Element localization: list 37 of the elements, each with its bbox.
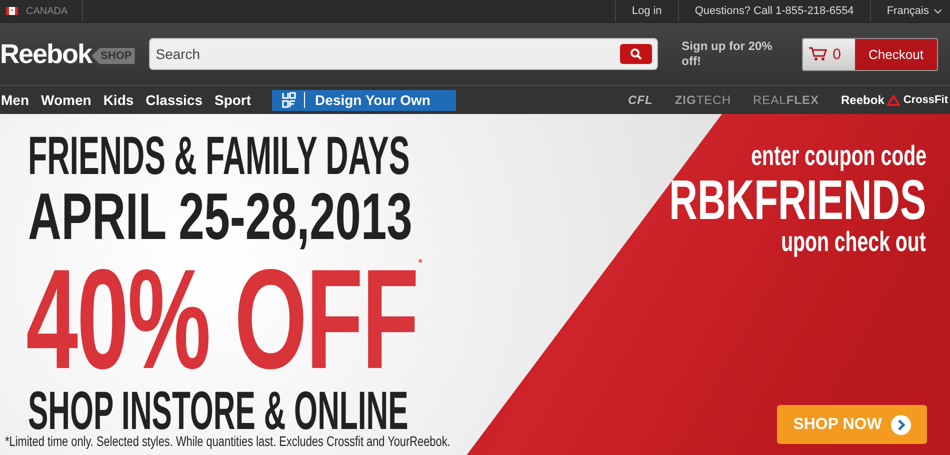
flag-icon: [6, 7, 18, 15]
nav-link[interactable]: Men: [0, 92, 37, 108]
footnote: *Limited time only. Selected styles. While quantities last. Excludes Crossfit and YourReebok.: [5, 433, 450, 449]
nav-link[interactable]: Women: [40, 92, 100, 108]
nav-link[interactable]: Kids: [102, 92, 142, 108]
logo-tag: SHOP: [92, 48, 135, 64]
signup-offer[interactable]: Sign up for 20% off!: [682, 39, 792, 69]
nav-link[interactable]: Sport: [213, 92, 260, 108]
search-button[interactable]: [620, 44, 652, 64]
top-link[interactable]: Questions? Call 1-855-218-6554: [678, 0, 870, 22]
coupon-code: RBKFRIENDS: [669, 172, 926, 228]
search-field[interactable]: Search: [148, 38, 658, 70]
brand-logo[interactable]: Reebok: [0, 38, 92, 70]
brand-link[interactable]: ZIGTECH: [674, 93, 731, 107]
subline: SHOP INSTORE & ONLINE: [28, 386, 408, 436]
cart-icon: [808, 47, 827, 61]
chevron-icon: [934, 8, 942, 14]
search-icon: [630, 48, 642, 60]
brand-link[interactable]: Reebok: [841, 93, 884, 107]
offer-text: 40% OFF: [26, 260, 418, 381]
language-selector[interactable]: Français: [886, 5, 929, 17]
coupon-outro: upon check out: [781, 228, 926, 256]
triangle-icon: [887, 94, 900, 106]
brand-link[interactable]: CrossFit: [903, 94, 948, 106]
design-your-own-link[interactable]: Design Your Own: [272, 90, 456, 110]
country-label[interactable]: CANADA: [26, 6, 68, 16]
cart-button[interactable]: 0: [802, 38, 855, 70]
coupon-intro: enter coupon code: [750, 142, 926, 170]
headline: FRIENDS & FAMILY DAYS: [28, 132, 410, 181]
brand-link[interactable]: CFL: [628, 93, 653, 107]
logo-icon: [282, 92, 306, 108]
checkout-button[interactable]: Checkout: [855, 38, 937, 70]
footnote-mark: *: [418, 256, 423, 270]
top-link[interactable]: Log in: [614, 0, 678, 22]
nav-link[interactable]: Classics: [144, 92, 210, 108]
cart-count: 0: [832, 46, 841, 62]
brand-link[interactable]: REALFLEX: [752, 93, 820, 107]
